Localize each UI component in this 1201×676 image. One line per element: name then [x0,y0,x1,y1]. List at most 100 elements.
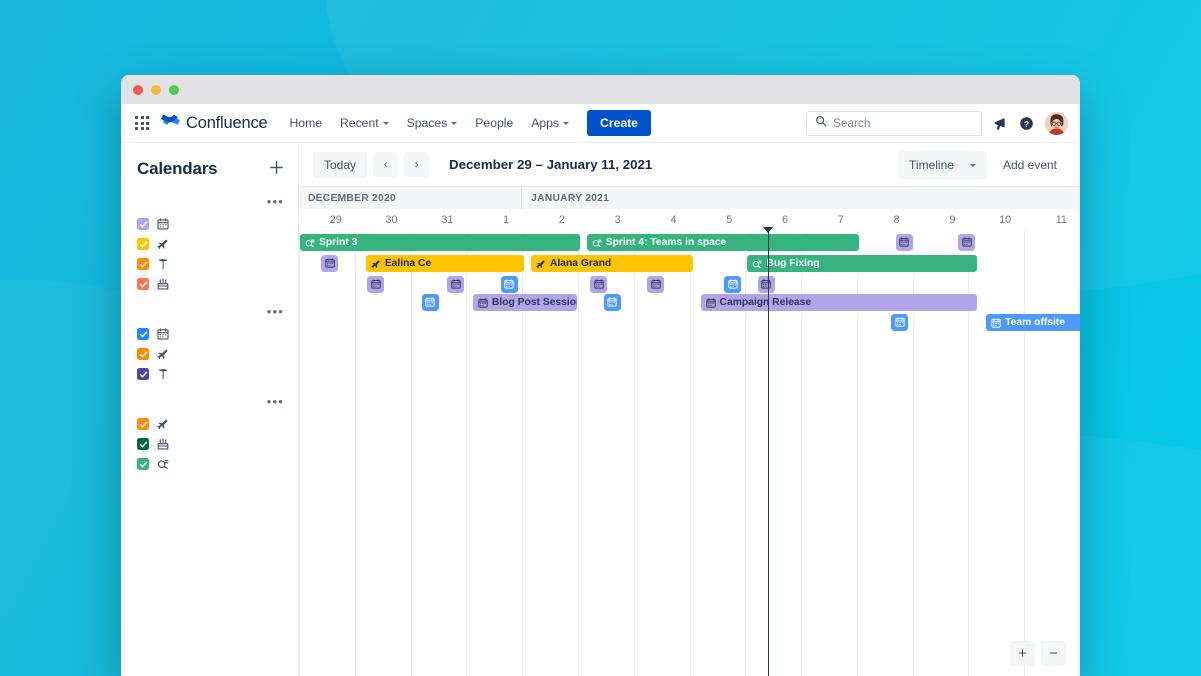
calendar-checkbox[interactable] [137,218,149,230]
calendar-list-item[interactable] [121,214,298,234]
timeline-event-bar[interactable]: Ealina Ce [365,255,525,272]
grid-apps-icon[interactable] [131,112,153,134]
timeline-event-bar[interactable]: Team offsite [986,314,1080,331]
timeline-month-label: JANUARY 2021 [531,192,610,204]
timeline-event-label: Campaign Release [719,297,812,308]
timeline-event-label: Team offsite [1005,317,1066,328]
calendar-icon [899,234,910,252]
today-marker-line [767,231,769,676]
calendar-list-item[interactable] [121,234,298,254]
timeline-event-chip[interactable] [958,234,976,252]
timeline-view: DECEMBER 2020 JANUARY 2021 29 30 31 1 2 3 4 5 6 7 8… [299,186,1080,676]
calendar-group: ••• [121,305,298,384]
nav-item-home[interactable]: Home [281,111,330,135]
calendar-list-item[interactable] [121,434,298,454]
calendar-checkbox[interactable] [137,458,149,470]
calendar-icon [761,276,771,294]
timeline-event-chip[interactable] [590,276,608,293]
timeline-gridline [466,231,468,676]
view-mode-select[interactable]: Timeline [898,150,987,179]
zoom-in-button[interactable]: + [1010,641,1035,666]
calendar-list-item[interactable] [121,454,298,474]
palm-tree-icon [156,368,169,381]
timeline-event-chip[interactable] [421,294,439,311]
svg-text:?: ? [1024,119,1029,128]
calendar-checkbox[interactable] [137,328,149,340]
chevron-down-icon [451,122,458,125]
version-icon [752,259,762,269]
nav-item-spaces[interactable]: Spaces [399,111,466,135]
timeline-event-chip[interactable] [367,276,385,293]
timeline-event-chip[interactable] [647,276,665,293]
search-icon [815,114,827,132]
timeline-event-chip[interactable] [895,234,913,252]
nav-item-recent[interactable]: Recent [332,111,397,135]
timeline-gridline [1024,231,1026,676]
calendar-list-item[interactable] [121,414,298,434]
user-avatar[interactable] [1045,111,1068,135]
create-button[interactable]: Create [587,110,651,136]
timeline-event-chip[interactable] [321,255,339,273]
add-calendar-button[interactable] [269,160,284,179]
calendar-list-item[interactable] [121,324,298,344]
timeline-event-chip[interactable] [757,276,775,294]
calendar-checkbox[interactable] [137,368,149,380]
more-horizontal-icon[interactable]: ••• [267,395,284,408]
search-input[interactable] [833,116,973,130]
chevron-down-icon [382,122,389,125]
calendar-list-item[interactable] [121,274,298,294]
more-horizontal-icon[interactable]: ••• [267,305,284,318]
timeline-event-label: Ealina Ce [384,258,432,269]
calendar-icon [962,234,972,252]
calendar-checkbox[interactable] [137,238,149,250]
calendar-group-header: ••• [121,395,298,408]
calendar-list-item[interactable] [121,344,298,364]
calendar-icon [325,255,335,273]
zoom-out-button[interactable]: − [1041,641,1066,666]
search-box[interactable] [806,110,982,136]
calendar-list-item[interactable] [121,364,298,384]
close-window-button[interactable] [133,84,143,95]
calendar-group-header: ••• [121,195,298,208]
timeline-event-chip[interactable] [500,276,518,293]
timeline-event-chip[interactable] [891,314,909,331]
timeline-event-chip[interactable] [603,294,621,311]
birthday-cake-icon [156,438,169,451]
calendar-list-item[interactable] [121,254,298,274]
add-event-button[interactable]: Add event [994,151,1066,179]
next-period-button[interactable]: › [404,152,430,177]
calendar-checkbox[interactable] [137,258,149,270]
timeline-event-bar[interactable]: Bug Fixing [747,255,978,272]
calendar-group: ••• [121,395,298,474]
today-button[interactable]: Today [313,151,368,178]
calendar-checkbox[interactable] [137,278,149,290]
more-horizontal-icon[interactable]: ••• [267,195,284,208]
timeline-gridline [354,231,356,676]
timeline-event-bar[interactable]: Alana Grand [530,255,693,272]
timeline-event-bar[interactable]: Sprint 4: Teams in space [586,234,860,251]
timeline-event-bar[interactable]: Sprint 3 [300,234,581,251]
calendar-checkbox[interactable] [137,418,149,430]
help-circle-icon[interactable]: ? [1019,116,1034,131]
timeline-day-label: 1 [503,214,510,226]
timeline-event-bar[interactable]: Campaign Release [700,294,978,311]
megaphone-icon[interactable] [993,116,1008,131]
minimize-window-button[interactable] [151,84,161,95]
timeline-event-chip[interactable] [724,276,742,293]
calendar-checkbox[interactable] [137,348,149,360]
timeline-event-bar[interactable]: Blog Post Session [472,294,577,311]
confluence-home-link[interactable]: Confluence [161,111,268,135]
maximize-window-button[interactable] [169,84,179,95]
calendar-group: ••• [121,195,298,294]
calendar-checkbox[interactable] [137,438,149,450]
timeline-event-label: Bug Fixing [766,258,820,269]
previous-period-button[interactable]: ‹ [373,152,399,177]
top-navigation-bar: Confluence Home Recent Spaces People App… [121,104,1080,143]
timeline-day-label: 9 [949,214,956,226]
nav-item-apps[interactable]: Apps [523,111,577,135]
nav-item-people[interactable]: People [467,111,521,135]
main-nav-items: Home Recent Spaces People Apps [281,111,577,135]
calendar-toolbar: Today ‹ › December 29 – January 11, 2021… [299,143,1080,186]
timeline-event-chip[interactable] [447,276,465,293]
timeline-day-label: 7 [837,214,844,226]
